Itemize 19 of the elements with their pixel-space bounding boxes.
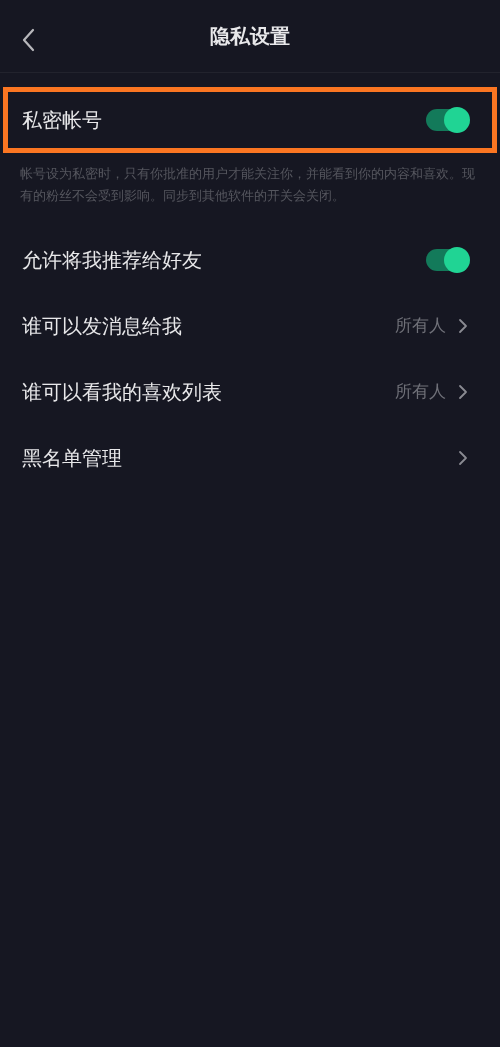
toggle-switch[interactable] <box>426 109 468 131</box>
page-title: 隐私设置 <box>210 23 290 50</box>
setting-row[interactable]: 谁可以发消息给我 所有人 <box>3 293 497 359</box>
chevron-right-icon <box>458 450 468 466</box>
setting-row[interactable]: 私密帐号 <box>3 87 497 153</box>
chevron-right-icon <box>458 318 468 334</box>
setting-label: 私密帐号 <box>22 107 102 134</box>
setting-label: 黑名单管理 <box>22 445 122 472</box>
chevron-right-icon <box>458 384 468 400</box>
setting-row[interactable]: 谁可以看我的喜欢列表 所有人 <box>3 359 497 425</box>
setting-value: 所有人 <box>395 314 446 338</box>
toggle-switch[interactable] <box>426 249 468 271</box>
setting-value: 所有人 <box>395 380 446 404</box>
setting-row[interactable]: 黑名单管理 <box>3 425 497 491</box>
setting-row[interactable]: 允许将我推荐给好友 <box>3 227 497 293</box>
setting-label: 谁可以发消息给我 <box>22 313 182 340</box>
setting-label: 谁可以看我的喜欢列表 <box>22 379 222 406</box>
back-icon[interactable] <box>22 28 36 52</box>
setting-label: 允许将我推荐给好友 <box>22 247 202 274</box>
